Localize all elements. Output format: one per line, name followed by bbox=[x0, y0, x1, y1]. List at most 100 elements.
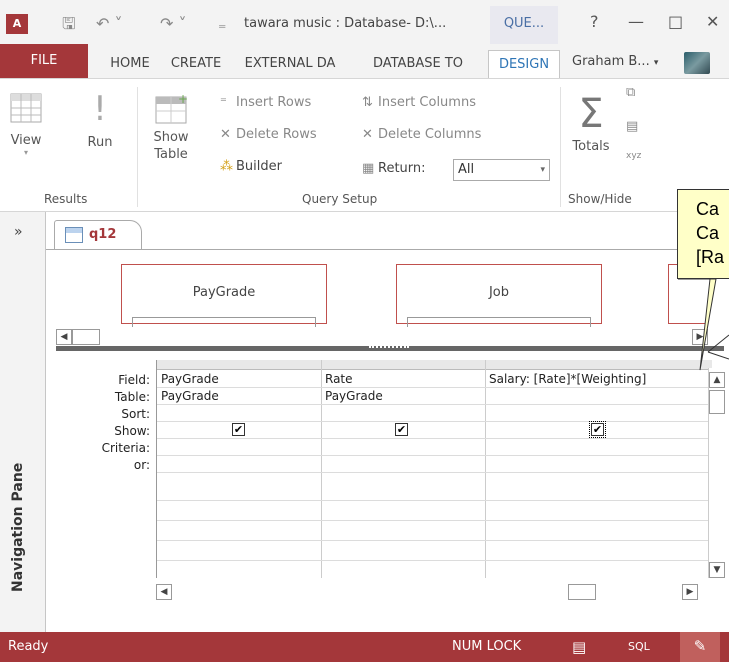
field-list bbox=[132, 317, 316, 327]
tab-design[interactable]: DESIGN bbox=[488, 50, 560, 78]
row-line bbox=[157, 500, 712, 501]
delete-rows-button[interactable]: ✕ Delete Rows bbox=[220, 127, 317, 142]
grid-row-labels: Field: Table: Sort: Show: Criteria: or: bbox=[90, 372, 150, 474]
scroll-left-icon[interactable]: ◀ bbox=[56, 329, 72, 345]
show-checkbox[interactable]: ✔ bbox=[589, 421, 606, 438]
tab-external-data[interactable]: EXTERNAL DA bbox=[230, 50, 350, 78]
row-line bbox=[157, 540, 712, 541]
save-icon[interactable]: 🖫 bbox=[62, 14, 76, 34]
query-grid[interactable]: PayGrade PayGrade ✔ Rate PayGrade ✔ Sala… bbox=[156, 360, 712, 578]
close-button[interactable]: ✕ bbox=[706, 12, 719, 31]
insert-rows-button[interactable]: ⁼ Insert Rows bbox=[220, 95, 311, 110]
tab-q12[interactable]: q12 bbox=[54, 220, 142, 250]
show-table-button[interactable]: + Show Table bbox=[148, 93, 194, 163]
chevron-down-icon: ▾ bbox=[540, 165, 545, 175]
row-line bbox=[157, 560, 712, 561]
restore-button[interactable]: □ bbox=[668, 12, 683, 31]
field-cell[interactable]: Rate bbox=[325, 372, 353, 386]
row-line bbox=[157, 421, 712, 422]
table-cell[interactable]: PayGrade bbox=[161, 389, 219, 403]
redo-icon[interactable]: ↷ ˅ bbox=[160, 14, 187, 34]
sql-view-button[interactable]: SQL bbox=[628, 640, 650, 653]
scroll-thumb[interactable] bbox=[709, 390, 725, 414]
undo-icon[interactable]: ↶ ˅ bbox=[96, 14, 123, 34]
return-dropdown[interactable]: All ▾ bbox=[453, 159, 550, 181]
table-box-job[interactable]: Job bbox=[396, 264, 602, 327]
svg-text:+: + bbox=[178, 93, 188, 106]
run-button[interactable]: ! Run bbox=[80, 89, 120, 150]
navigation-pane[interactable]: » Navigation Pane bbox=[0, 212, 46, 632]
property-sheet-icon[interactable]: ▤ bbox=[626, 119, 638, 134]
delete-rows-icon: ✕ bbox=[220, 127, 231, 142]
tab-home[interactable]: HOME bbox=[98, 50, 162, 78]
scroll-thumb[interactable] bbox=[72, 329, 100, 345]
customize-qat-icon[interactable]: ₌ bbox=[218, 14, 226, 34]
row-line bbox=[157, 520, 712, 521]
status-bar: Ready NUM LOCK ▤ SQL ✎ bbox=[0, 632, 729, 662]
datasheet-view-icon[interactable]: ▤ bbox=[572, 638, 586, 656]
insert-columns-icon: ⇅ bbox=[362, 95, 373, 110]
design-view-icon[interactable]: ✎ bbox=[680, 632, 720, 662]
show-table-icon: + bbox=[155, 93, 188, 124]
window-title: tawara music : Database- D:\... bbox=[244, 16, 447, 31]
table-name: Job bbox=[488, 285, 510, 300]
tab-create[interactable]: CREATE bbox=[162, 50, 230, 78]
row-label-show: Show: bbox=[114, 424, 150, 438]
splitter-grip bbox=[369, 346, 409, 349]
annotation-callout: Ca Ca [Ra bbox=[677, 189, 729, 279]
tab-divider bbox=[46, 249, 729, 250]
chevron-down-icon: ▾ bbox=[23, 148, 28, 157]
ribbon-tabs: FILE HOME CREATE EXTERNAL DA DATABASE TO… bbox=[0, 44, 729, 78]
sigma-icon: Σ bbox=[578, 91, 604, 137]
navigation-pane-label: Navigation Pane bbox=[10, 462, 26, 592]
help-button[interactable]: ? bbox=[590, 12, 599, 31]
tab-database-tools[interactable]: DATABASE TO bbox=[350, 50, 486, 78]
column-divider bbox=[485, 360, 486, 578]
show-checkbox[interactable]: ✔ bbox=[395, 423, 408, 436]
scroll-right-icon[interactable]: ▶ bbox=[682, 584, 698, 600]
column-selector-row[interactable] bbox=[157, 360, 712, 370]
expand-nav-icon[interactable]: » bbox=[14, 224, 23, 240]
chevron-down-icon: ▾ bbox=[653, 58, 659, 68]
builder-button[interactable]: ⁂ Builder bbox=[220, 159, 282, 174]
query-tools-tab-header: QUE... bbox=[490, 6, 558, 44]
view-button[interactable]: View ▾ bbox=[6, 93, 46, 157]
grid-vertical-scrollbar[interactable]: ▲ ▼ bbox=[708, 368, 726, 578]
field-cell[interactable]: PayGrade bbox=[161, 372, 219, 386]
parameters-icon[interactable]: ⧉ bbox=[626, 85, 635, 100]
table-name: PayGrade bbox=[192, 285, 256, 300]
table-pane-scrollbar[interactable]: ◀ ▶ bbox=[56, 329, 716, 345]
group-divider bbox=[560, 87, 561, 207]
scroll-thumb[interactable] bbox=[568, 584, 596, 600]
row-line bbox=[157, 404, 712, 405]
scroll-down-icon[interactable]: ▼ bbox=[709, 562, 725, 578]
show-checkbox[interactable]: ✔ bbox=[232, 423, 245, 436]
row-line bbox=[157, 438, 712, 439]
minimize-button[interactable]: — bbox=[628, 12, 644, 31]
access-logo-icon: A bbox=[6, 14, 28, 34]
title-bar: A 🖫 ↶ ˅ ↷ ˅ ₌ tawara music : Database- D… bbox=[0, 0, 729, 44]
field-cell[interactable]: Salary: [Rate]*[Weighting] bbox=[489, 372, 646, 386]
row-label-criteria: Criteria: bbox=[101, 441, 150, 455]
table-names-icon[interactable]: xyz bbox=[626, 151, 641, 161]
table-cell[interactable]: PayGrade bbox=[325, 389, 383, 403]
row-line bbox=[157, 387, 712, 388]
scroll-up-icon[interactable]: ▲ bbox=[709, 372, 725, 388]
table-box-paygrade[interactable]: PayGrade bbox=[121, 264, 327, 327]
delete-columns-button[interactable]: ✕ Delete Columns bbox=[362, 127, 481, 142]
row-label-field: Field: bbox=[118, 373, 150, 387]
insert-columns-button[interactable]: ⇅ Insert Columns bbox=[362, 95, 476, 110]
tab-file[interactable]: FILE bbox=[0, 44, 88, 78]
row-line bbox=[157, 455, 712, 456]
avatar[interactable] bbox=[684, 52, 710, 74]
totals-button[interactable]: Σ Totals bbox=[566, 93, 616, 154]
scroll-right-icon[interactable]: ▶ bbox=[692, 329, 708, 345]
datasheet-view-icon bbox=[10, 93, 42, 123]
user-account[interactable]: Graham B... ▾ bbox=[572, 54, 658, 69]
status-ready: Ready bbox=[8, 639, 49, 654]
insert-rows-icon: ⁼ bbox=[220, 95, 227, 110]
grid-horizontal-scrollbar[interactable]: ◀ ▶ bbox=[156, 584, 704, 602]
delete-columns-icon: ✕ bbox=[362, 127, 373, 142]
scroll-left-icon[interactable]: ◀ bbox=[156, 584, 172, 600]
query-design-area: q12 PayGrade Job ◀ ▶ Field: Table: Sort:… bbox=[46, 212, 729, 632]
